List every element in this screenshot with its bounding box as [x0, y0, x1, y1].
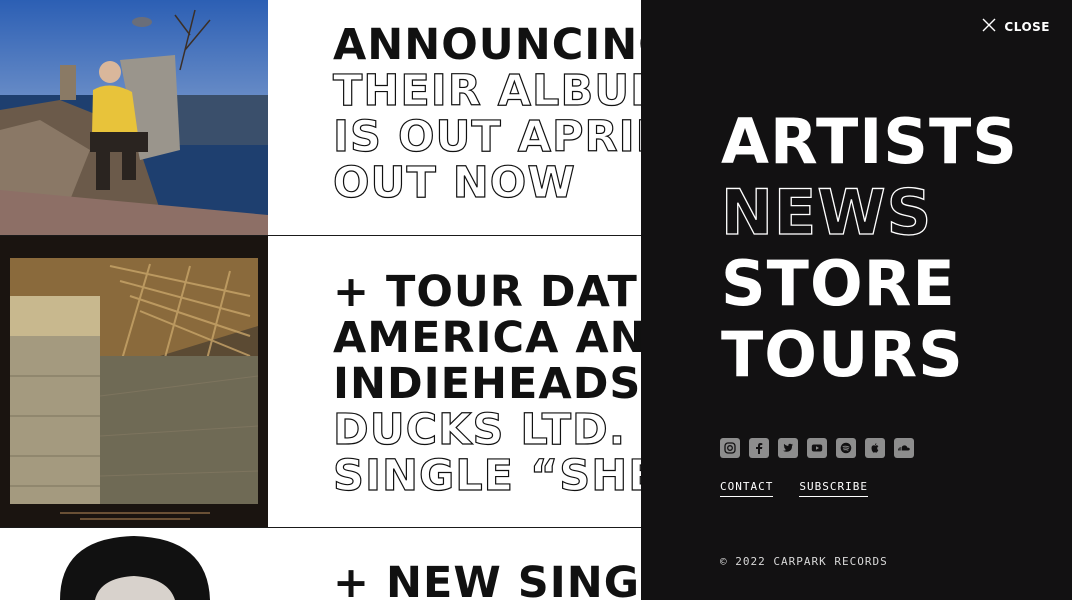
twitter-icon[interactable] — [778, 438, 798, 458]
spotify-icon[interactable] — [836, 438, 856, 458]
story-headline[interactable]: + TOUR DATES AMERICA AND INDIEHEADS A DU… — [332, 267, 641, 501]
nav-store[interactable]: STORE — [721, 248, 1018, 319]
news-feed: ANNOUNCING THEIR ALBUM IS OUT APRIL OUT … — [0, 0, 641, 600]
album-cover[interactable] — [0, 236, 268, 527]
nav-artists[interactable]: ARTISTS — [721, 106, 1018, 177]
subscribe-link[interactable]: SUBSCRIBE — [799, 480, 868, 497]
news-story[interactable]: + NEW SINGLE — [0, 528, 641, 600]
headline-line: SINGLE “SHEE — [332, 451, 641, 501]
nav-tours[interactable]: TOURS — [721, 319, 1018, 390]
contact-link[interactable]: CONTACT — [720, 480, 774, 497]
headline-line: THEIR ALBUM — [332, 66, 641, 116]
nav-news[interactable]: NEWS — [720, 176, 1018, 248]
nav-overlay: CLOSE ARTISTS NEWS STORE TOURS CONTACT S… — [641, 0, 1072, 600]
news-story[interactable]: ANNOUNCING THEIR ALBUM IS OUT APRIL OUT … — [0, 0, 641, 236]
close-label: CLOSE — [1004, 19, 1050, 34]
copyright-text: © 2022 CARPARK RECORDS — [720, 555, 888, 568]
headline-line: + NEW SINGLE — [333, 558, 641, 600]
soundcloud-icon[interactable] — [894, 438, 914, 458]
headline-line: AMERICA AND — [333, 313, 641, 363]
story-headline[interactable]: ANNOUNCING THEIR ALBUM IS OUT APRIL OUT … — [332, 20, 641, 208]
instagram-icon[interactable] — [720, 438, 740, 458]
apple-icon[interactable] — [865, 438, 885, 458]
story-photo[interactable] — [0, 0, 268, 235]
story-photo[interactable] — [0, 528, 268, 600]
headline-line: OUT NOW — [332, 158, 576, 208]
headline-line: IS OUT APRIL — [332, 112, 641, 162]
headline-line: + TOUR DATES — [333, 267, 641, 317]
headline-line: ANNOUNCING — [333, 20, 641, 70]
social-links — [720, 438, 914, 458]
youtube-icon[interactable] — [807, 438, 827, 458]
footer-links: CONTACT SUBSCRIBE — [720, 480, 868, 497]
facebook-icon[interactable] — [749, 438, 769, 458]
news-story[interactable]: + TOUR DATES AMERICA AND INDIEHEADS A DU… — [0, 236, 641, 528]
story-headline[interactable]: + NEW SINGLE — [333, 560, 641, 600]
headline-line: DUCKS LTD. RE — [332, 405, 641, 455]
close-button[interactable]: CLOSE — [982, 18, 1050, 35]
close-icon — [982, 18, 996, 35]
headline-line: INDIEHEADS A — [333, 359, 641, 409]
main-nav: ARTISTS NEWS STORE TOURS — [720, 106, 1018, 390]
